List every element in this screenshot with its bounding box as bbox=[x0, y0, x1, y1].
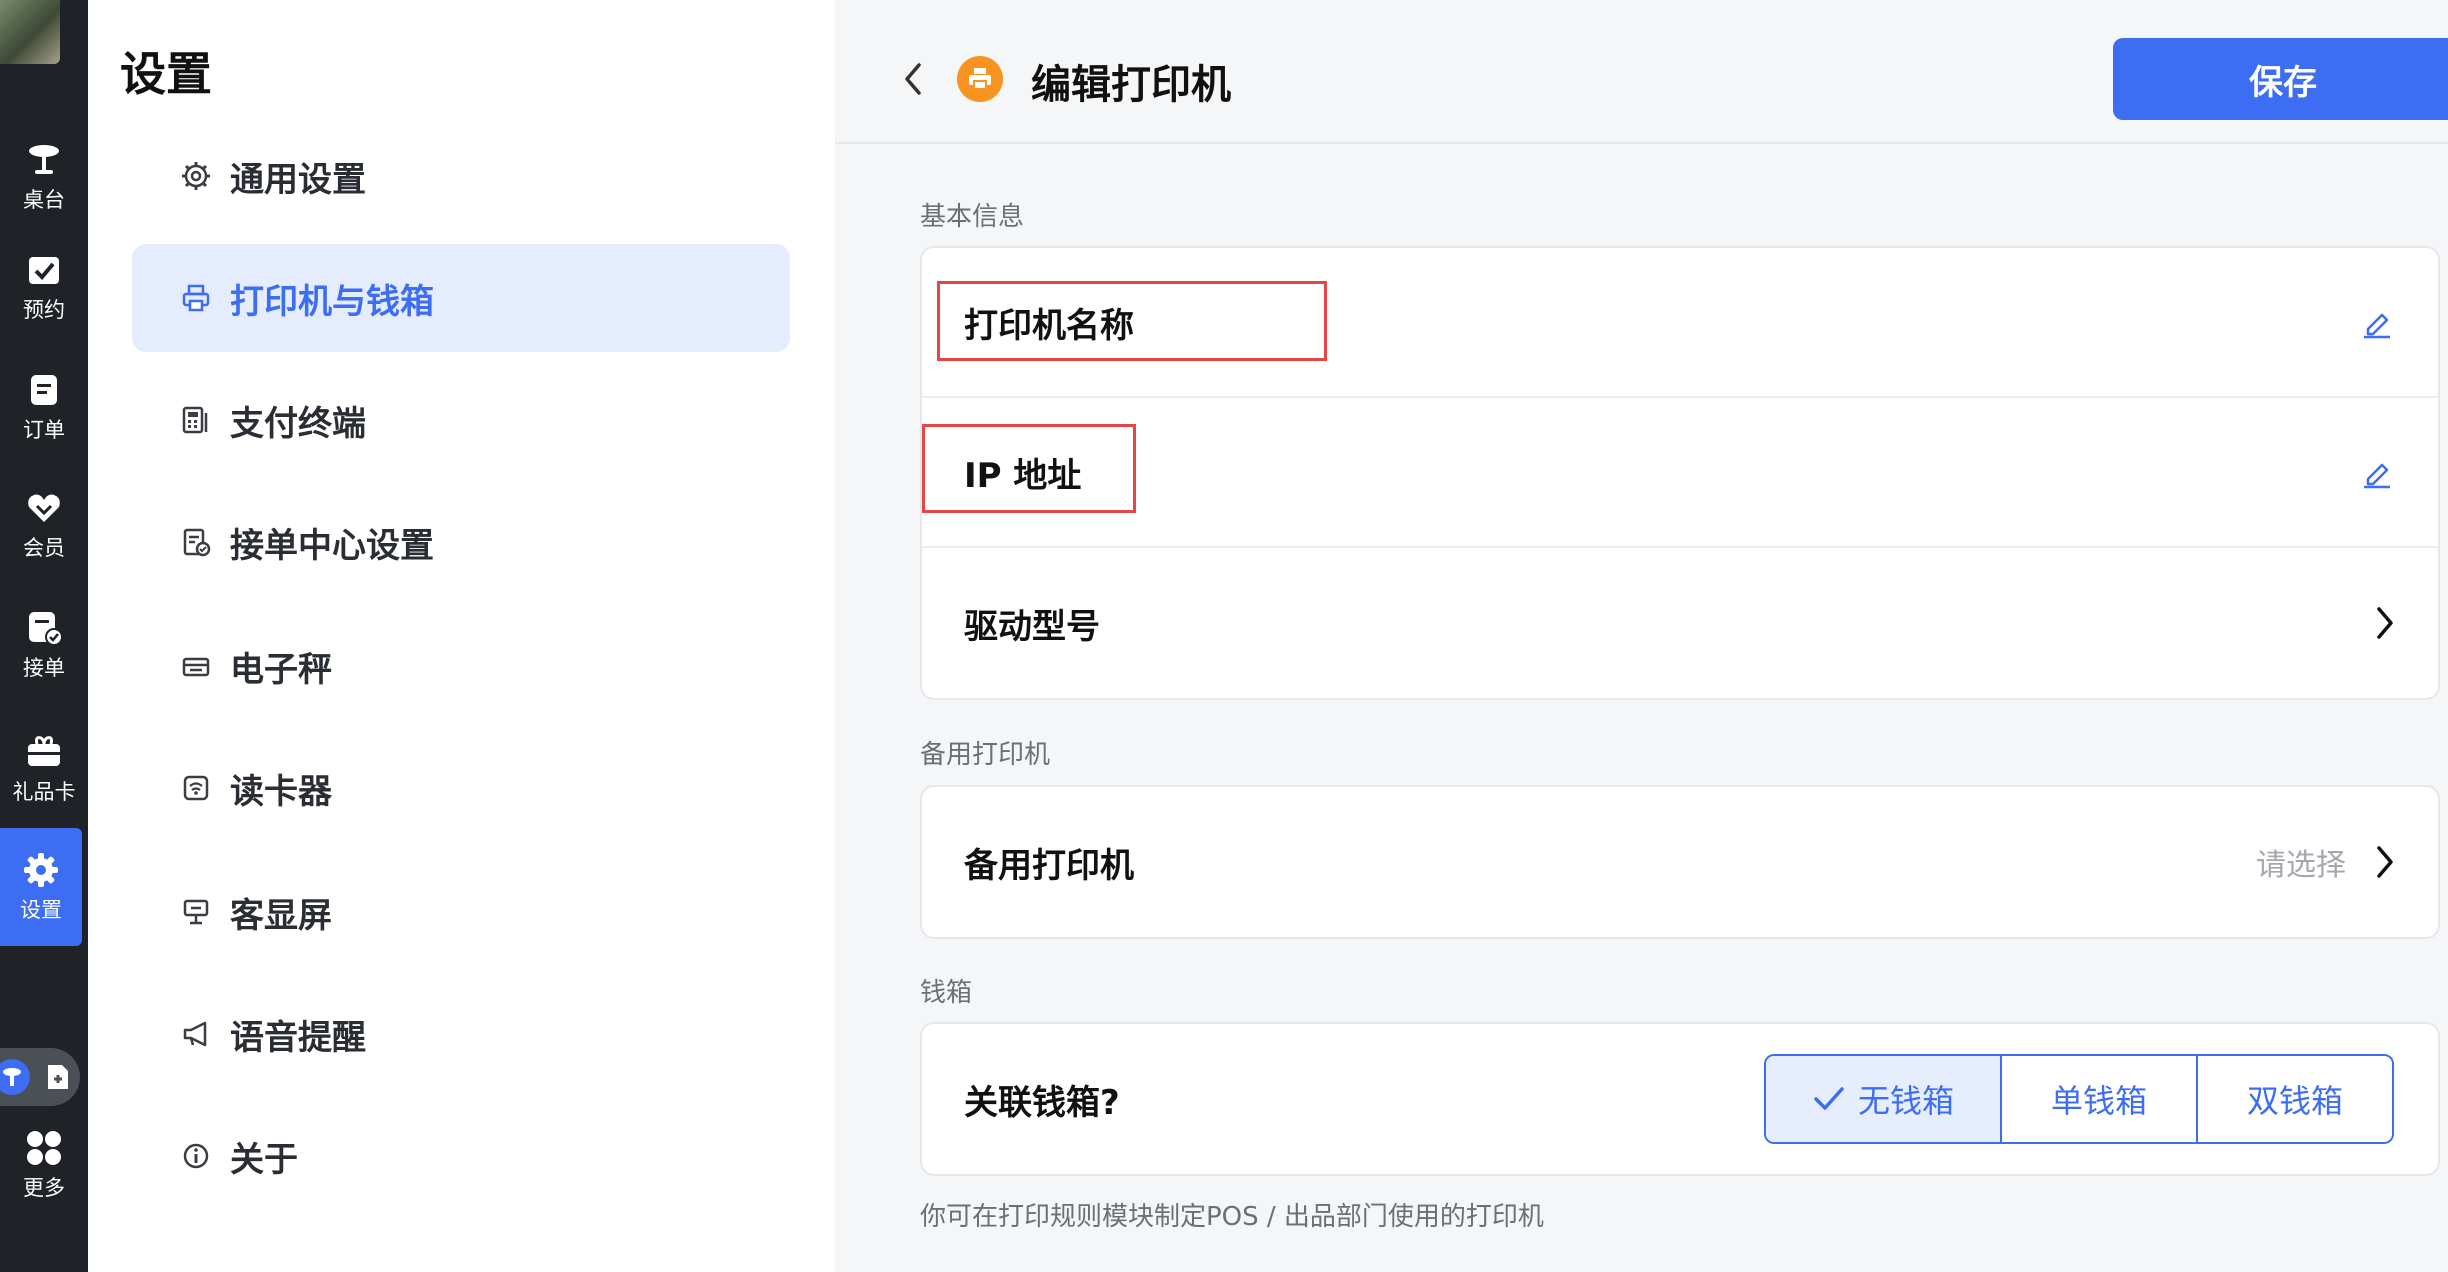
page-title: 编辑打印机 bbox=[1031, 62, 1231, 108]
rail-item-label: 礼品卡 bbox=[12, 780, 76, 804]
edit-icon[interactable] bbox=[2356, 451, 2398, 493]
cashbox-option-double[interactable]: 双钱箱 bbox=[2196, 1056, 2392, 1142]
chevron-right-icon bbox=[2368, 840, 2402, 884]
reservation-icon bbox=[24, 250, 64, 290]
mode-toggle[interactable] bbox=[0, 1048, 80, 1106]
rail-item-label: 更多 bbox=[23, 1176, 65, 1200]
more-grid-icon bbox=[24, 1128, 64, 1168]
menu-item-label: 电子秤 bbox=[230, 649, 332, 690]
card-reader-icon bbox=[180, 772, 212, 804]
menu-item-about[interactable]: 关于 bbox=[132, 1102, 790, 1210]
megaphone-icon bbox=[180, 1018, 212, 1050]
back-button[interactable] bbox=[895, 56, 931, 102]
panel-header: 编辑打印机 保存 bbox=[835, 0, 2448, 144]
gear-icon bbox=[180, 160, 212, 192]
cashbox-option-label: 单钱箱 bbox=[2050, 1082, 2147, 1120]
printer-icon bbox=[180, 282, 212, 314]
driver-model-row[interactable]: 驱动型号 bbox=[922, 548, 2438, 698]
rail-item-label: 预约 bbox=[23, 298, 65, 322]
section-label-cashbox: 钱箱 bbox=[920, 978, 973, 1008]
edit-icon[interactable] bbox=[2356, 301, 2398, 343]
menu-item-label: 打印机与钱箱 bbox=[230, 281, 434, 322]
check-icon bbox=[1812, 1084, 1846, 1114]
rail-item-orders[interactable]: 订单 bbox=[0, 352, 88, 462]
store-avatar[interactable] bbox=[0, 0, 60, 64]
customer-display-icon bbox=[180, 896, 212, 928]
backup-printer-row[interactable]: 备用打印机 请选择 bbox=[922, 787, 2438, 937]
rail-item-label: 设置 bbox=[20, 898, 62, 922]
gift-card-icon bbox=[24, 732, 64, 772]
rail-item-label: 订单 bbox=[23, 418, 65, 442]
footer-note: 你可在打印规则模块制定POS / 出品部门使用的打印机 bbox=[920, 1202, 1544, 1232]
info-icon bbox=[180, 1140, 212, 1172]
gear-icon bbox=[21, 850, 61, 890]
menu-item-order-center[interactable]: 接单中心设置 bbox=[132, 488, 790, 596]
menu-item-label: 客显屏 bbox=[230, 895, 332, 936]
menu-item-customer-display[interactable]: 客显屏 bbox=[132, 858, 790, 966]
cashbox-card: 关联钱箱? 无钱箱 单钱箱 双钱箱 bbox=[920, 1022, 2440, 1176]
cashbox-option-none[interactable]: 无钱箱 bbox=[1766, 1056, 2000, 1142]
backup-printer-card: 备用打印机 请选择 bbox=[920, 785, 2440, 939]
rail-item-label: 桌台 bbox=[23, 188, 65, 212]
menu-item-label: 支付终端 bbox=[230, 403, 366, 444]
backup-printer-label: 备用打印机 bbox=[964, 845, 1134, 886]
menu-item-label: 接单中心设置 bbox=[230, 525, 434, 566]
driver-model-label: 驱动型号 bbox=[964, 606, 1100, 647]
rail-item-label: 会员 bbox=[23, 536, 65, 560]
settings-title: 设置 bbox=[120, 47, 212, 101]
printer-icon bbox=[957, 56, 1003, 102]
menu-item-scale[interactable]: 电子秤 bbox=[132, 612, 790, 720]
cashbox-question: 关联钱箱? bbox=[964, 1082, 1120, 1123]
scale-icon bbox=[180, 650, 212, 682]
menu-item-general[interactable]: 通用设置 bbox=[132, 122, 790, 230]
rail-item-reservation[interactable]: 预约 bbox=[0, 232, 88, 342]
cashbox-option-single[interactable]: 单钱箱 bbox=[2000, 1056, 2196, 1142]
save-button[interactable]: 保存 bbox=[2113, 38, 2448, 120]
member-icon bbox=[24, 488, 64, 528]
backup-printer-placeholder: 请选择 bbox=[2256, 848, 2346, 883]
highlight-box-printer-name bbox=[937, 281, 1327, 361]
ip-address-row[interactable]: IP 地址 bbox=[922, 398, 2438, 548]
cashbox-segmented-control: 无钱箱 单钱箱 双钱箱 bbox=[1764, 1054, 2394, 1144]
settings-menu: 设置 通用设置 打印机与钱箱 支付终端 接单中心设置 电子秤 读卡器 客显屏 语… bbox=[88, 0, 835, 1272]
rail-item-members[interactable]: 会员 bbox=[0, 470, 88, 580]
table-icon bbox=[0, 1059, 30, 1095]
payment-terminal-icon bbox=[180, 404, 212, 436]
rail-item-more[interactable]: 更多 bbox=[0, 1110, 88, 1220]
chevron-left-icon bbox=[905, 63, 921, 95]
highlight-box-ip-address bbox=[922, 424, 1136, 513]
section-label-basic-info: 基本信息 bbox=[920, 202, 1025, 232]
app-nav-rail: 桌台 预约 订单 会员 接单 礼品卡 设置 更多 bbox=[0, 0, 88, 1272]
section-label-backup-printer: 备用打印机 bbox=[920, 740, 1051, 770]
rail-item-accept-orders[interactable]: 接单 bbox=[0, 590, 88, 700]
menu-item-label: 关于 bbox=[230, 1139, 298, 1180]
edit-printer-panel: 编辑打印机 保存 基本信息 打印机名称 IP 地址 驱动型号 备用打印机 备用打… bbox=[835, 0, 2448, 1272]
cashbox-option-label: 无钱箱 bbox=[1857, 1082, 1954, 1120]
order-center-icon bbox=[180, 526, 212, 558]
accept-order-icon bbox=[24, 608, 64, 648]
menu-item-label: 语音提醒 bbox=[230, 1017, 366, 1058]
document-add-icon bbox=[44, 1063, 72, 1091]
order-icon bbox=[24, 370, 64, 410]
chevron-right-icon bbox=[2368, 601, 2402, 645]
menu-item-label: 读卡器 bbox=[230, 771, 332, 812]
cashbox-row: 关联钱箱? 无钱箱 单钱箱 双钱箱 bbox=[922, 1024, 2438, 1174]
menu-item-label: 通用设置 bbox=[230, 159, 366, 200]
table-icon bbox=[24, 140, 64, 180]
menu-item-payment-terminal[interactable]: 支付终端 bbox=[132, 366, 790, 474]
menu-item-card-reader[interactable]: 读卡器 bbox=[132, 734, 790, 842]
cashbox-option-label: 双钱箱 bbox=[2246, 1082, 2343, 1120]
menu-item-printers[interactable]: 打印机与钱箱 bbox=[132, 244, 790, 352]
rail-item-tables[interactable]: 桌台 bbox=[0, 122, 88, 232]
menu-item-voice-reminder[interactable]: 语音提醒 bbox=[132, 980, 790, 1088]
rail-item-gift-card[interactable]: 礼品卡 bbox=[0, 714, 88, 824]
rail-item-label: 接单 bbox=[23, 656, 65, 680]
rail-item-settings[interactable]: 设置 bbox=[0, 828, 82, 946]
